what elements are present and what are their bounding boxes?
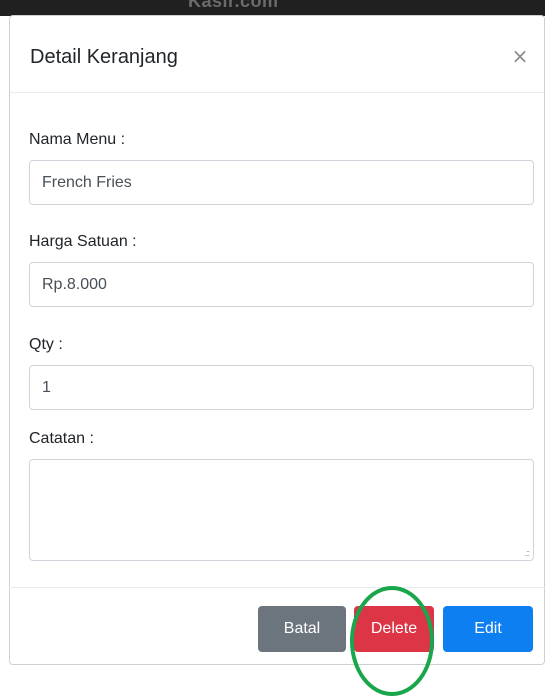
background-site-title: Kasir.com (188, 0, 279, 11)
batal-button[interactable]: Batal (258, 606, 346, 652)
harga-satuan-label: Harga Satuan : (29, 233, 137, 250)
delete-button[interactable]: Delete (354, 606, 434, 652)
modal-title: Detail Keranjang (30, 46, 178, 68)
qty-label: Qty : (29, 336, 63, 353)
catatan-label: Catatan : (29, 430, 94, 447)
harga-satuan-input[interactable]: Rp.8.000 (29, 262, 534, 307)
close-icon: × (511, 44, 529, 68)
qty-input[interactable]: 1 (29, 365, 534, 410)
qty-value: 1 (42, 378, 51, 396)
nama-menu-value: French Fries (42, 173, 132, 191)
detail-keranjang-modal: Detail Keranjang × (9, 15, 545, 665)
harga-satuan-value: Rp.8.000 (42, 275, 107, 293)
edit-button[interactable]: Edit (443, 606, 533, 652)
catatan-textarea[interactable]: .:: (29, 459, 534, 561)
resize-grip-icon[interactable]: .:: (524, 549, 529, 558)
close-button[interactable]: × (506, 42, 534, 70)
modal-header: Detail Keranjang × (10, 16, 544, 93)
nama-menu-label: Nama Menu : (29, 131, 126, 148)
nama-menu-input[interactable]: French Fries (29, 160, 534, 205)
background-header-strip: Kasir.com (0, 0, 545, 16)
